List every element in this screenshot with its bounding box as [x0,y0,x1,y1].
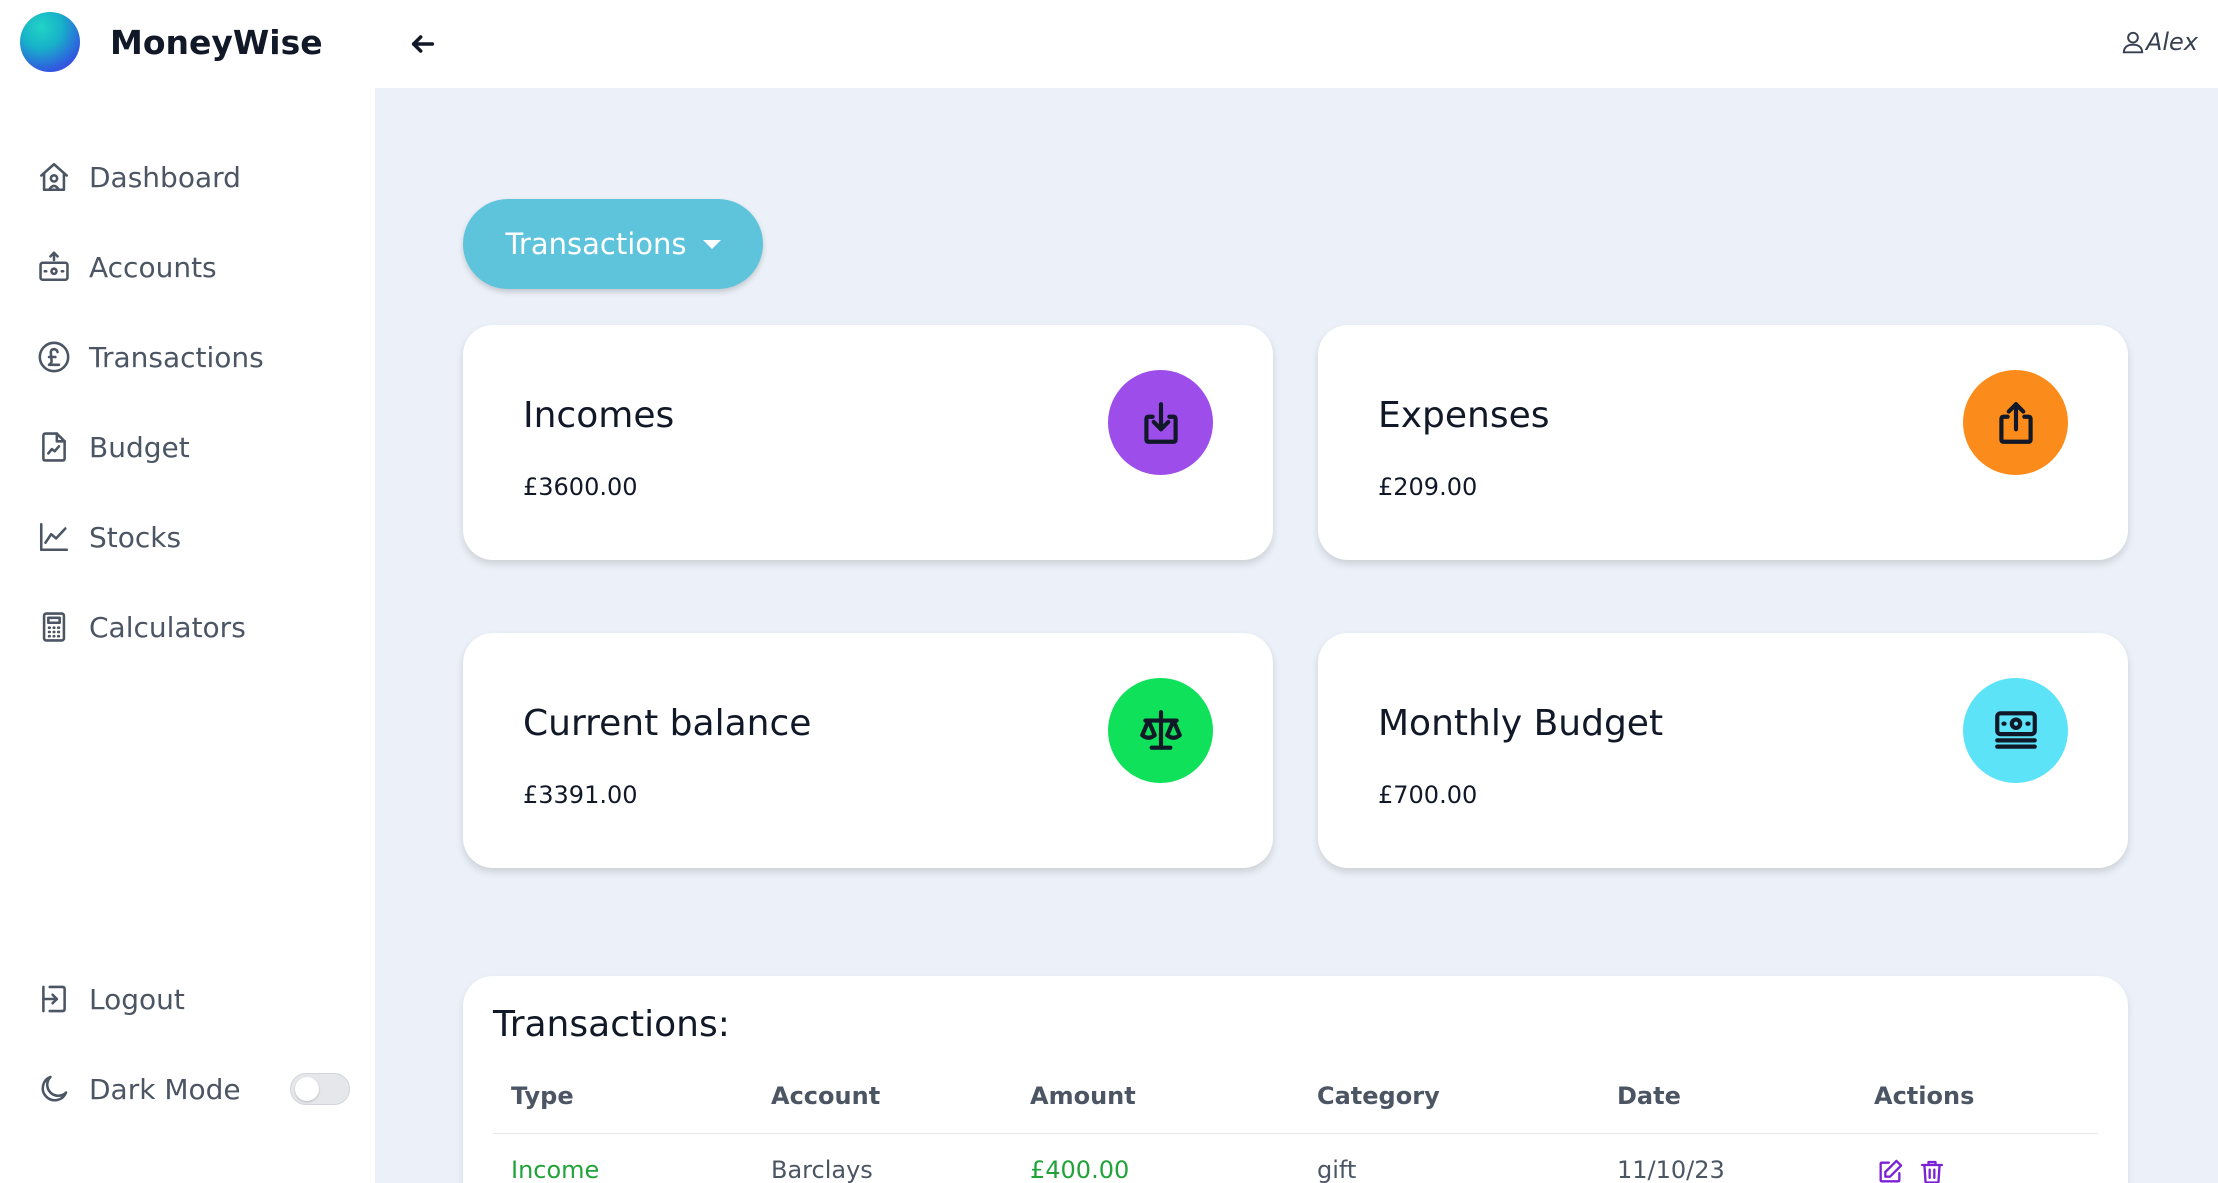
sidebar-item-budget[interactable]: Budget [36,422,190,472]
incomes-card: Incomes £3600.00 [463,325,1273,560]
dark-mode-row: Dark Mode [36,1064,241,1114]
card-title: Monthly Budget [1378,703,1664,744]
cell-amount: £400.00 [1030,1156,1130,1183]
cell-type: Income [511,1156,600,1183]
arrow-left-icon [411,35,435,53]
card-value: £3600.00 [523,473,638,501]
monthly-budget-card: Monthly Budget £700.00 [1318,633,2128,868]
line-chart-icon [36,519,72,555]
logout-label: Logout [89,982,185,1016]
caret-down-icon [702,239,721,249]
sidebar-item-accounts[interactable]: Accounts [36,242,217,292]
logout-icon [36,981,72,1017]
table-title: Transactions: [493,1004,730,1045]
sidebar-item-calculators[interactable]: Calculators [36,602,246,652]
column-header-account: Account [771,1082,881,1110]
sidebar-item-label: Dashboard [89,160,241,194]
sidebar-item-label: Calculators [89,610,246,644]
home-icon [36,159,72,195]
column-header-type: Type [511,1082,574,1110]
moon-icon [36,1071,72,1107]
sidebar-item-label: Budget [89,430,190,464]
column-header-actions: Actions [1874,1082,1975,1110]
card-title: Incomes [523,395,675,436]
sidebar-item-label: Accounts [89,250,217,284]
card-title: Expenses [1378,395,1550,436]
toggle-knob [295,1077,319,1101]
app-name: MoneyWise [110,22,323,62]
cell-account: Barclays [771,1156,873,1183]
back-button[interactable] [403,24,443,64]
sidebar-item-transactions[interactable]: Transactions [36,332,264,382]
column-header-category: Category [1317,1082,1440,1110]
accounts-icon [36,249,72,285]
card-value: £700.00 [1378,781,1478,809]
user-menu[interactable]: Alex [2120,24,2198,60]
dropdown-label: Transactions [505,227,687,261]
card-value: £3391.00 [523,781,638,809]
logout-button[interactable]: Logout [36,974,185,1024]
download-icon [1108,370,1213,475]
trash-icon[interactable] [1918,1158,1948,1183]
column-header-amount: Amount [1030,1082,1136,1110]
brand[interactable]: MoneyWise [20,12,323,72]
card-value: £209.00 [1378,473,1478,501]
cell-category: gift [1317,1156,1357,1183]
edit-icon[interactable] [1876,1158,1906,1183]
sidebar-item-label: Transactions [89,340,264,374]
sidebar: MoneyWise Dashboard Accounts Transaction… [0,0,375,1183]
card-title: Current balance [523,703,812,744]
transactions-dropdown[interactable]: Transactions [463,199,763,289]
scale-icon [1108,678,1213,783]
dark-mode-toggle[interactable] [290,1073,350,1105]
transactions-table-card: Transactions: Type Account Amount Catego… [463,976,2128,1183]
sidebar-item-stocks[interactable]: Stocks [36,512,181,562]
column-header-date: Date [1617,1082,1681,1110]
dark-mode-label: Dark Mode [89,1072,241,1106]
upload-share-icon [1963,370,2068,475]
cell-date: 11/10/23 [1617,1156,1725,1183]
sidebar-item-label: Stocks [89,520,182,554]
user-name: Alex [2145,28,2198,56]
pound-circle-icon [36,339,72,375]
budget-document-icon [36,429,72,465]
expenses-card: Expenses £209.00 [1318,325,2128,560]
header-divider [493,1133,2098,1134]
moneywise-logo [20,12,80,72]
sidebar-item-dashboard[interactable]: Dashboard [36,152,241,202]
user-icon [2122,31,2144,54]
calculator-icon [36,609,72,645]
topbar: Alex [375,0,2218,88]
current-balance-card: Current balance £3391.00 [463,633,1273,868]
banknote-icon [1963,678,2068,783]
